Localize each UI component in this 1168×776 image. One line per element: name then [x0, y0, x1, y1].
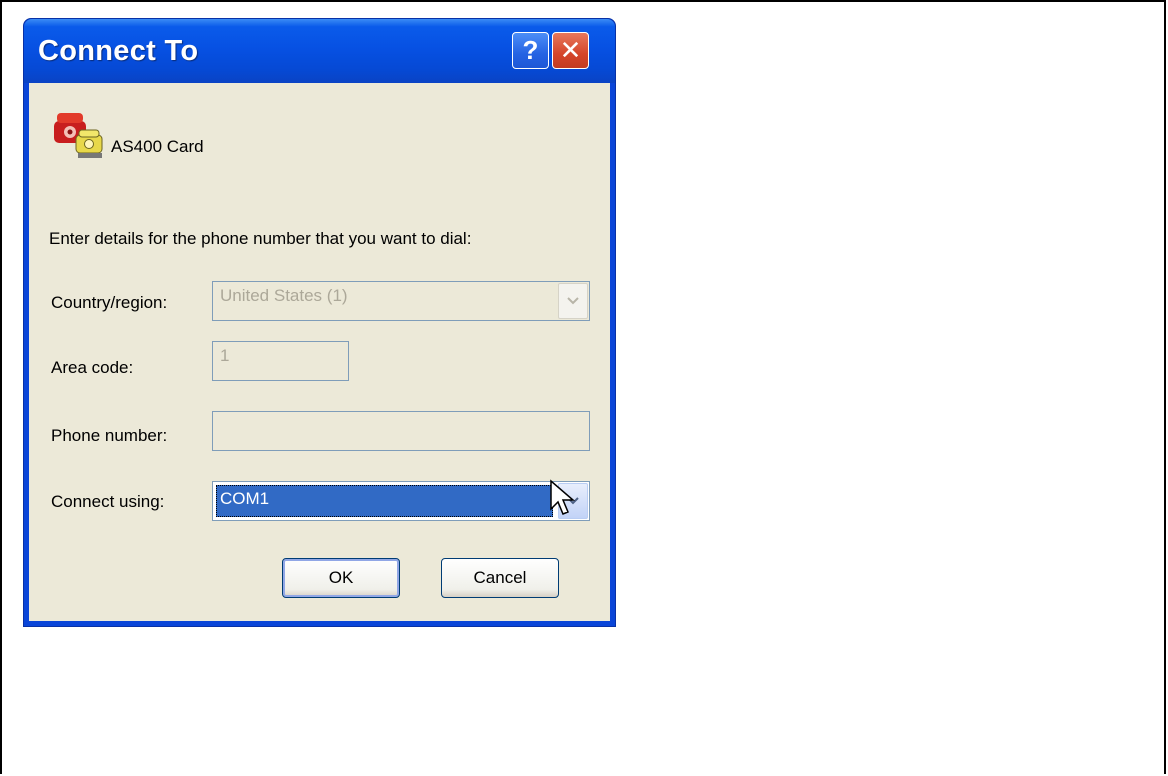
area-code-value: 1: [220, 346, 230, 365]
connection-name: AS400 Card: [111, 137, 204, 156]
country-value: United States (1): [220, 286, 348, 305]
ok-button[interactable]: OK: [282, 558, 400, 598]
help-icon: ?: [522, 35, 539, 65]
chevron-down-icon: [567, 297, 579, 305]
close-icon: ✕: [559, 35, 582, 65]
cancel-button[interactable]: Cancel: [441, 558, 559, 598]
window-title: Connect To: [38, 35, 199, 67]
country-dropdown-arrow: [558, 283, 588, 319]
connect-to-dialog: Connect To ? ✕ AS400 Card Enter details …: [23, 18, 616, 627]
area-code-field: 1: [212, 341, 349, 381]
phone-number-label: Phone number:: [51, 426, 168, 445]
connect-using-select[interactable]: COM1: [212, 481, 590, 521]
dialog-body: AS400 Card Enter details for the phone n…: [29, 83, 610, 621]
country-label: Country/region:: [51, 293, 168, 312]
phone-number-field: [212, 411, 590, 451]
country-select: United States (1): [212, 281, 590, 321]
title-bar[interactable]: Connect To ? ✕: [24, 19, 615, 83]
instruction-text: Enter details for the phone number that …: [49, 229, 472, 248]
area-code-label: Area code:: [51, 358, 134, 377]
help-button[interactable]: ?: [512, 32, 549, 69]
telephone-connection-icon: [54, 113, 103, 158]
mouse-pointer-icon: [550, 479, 576, 515]
close-button[interactable]: ✕: [552, 32, 589, 69]
connect-using-value: COM1: [216, 485, 553, 517]
connect-using-label: Connect using:: [51, 492, 165, 511]
